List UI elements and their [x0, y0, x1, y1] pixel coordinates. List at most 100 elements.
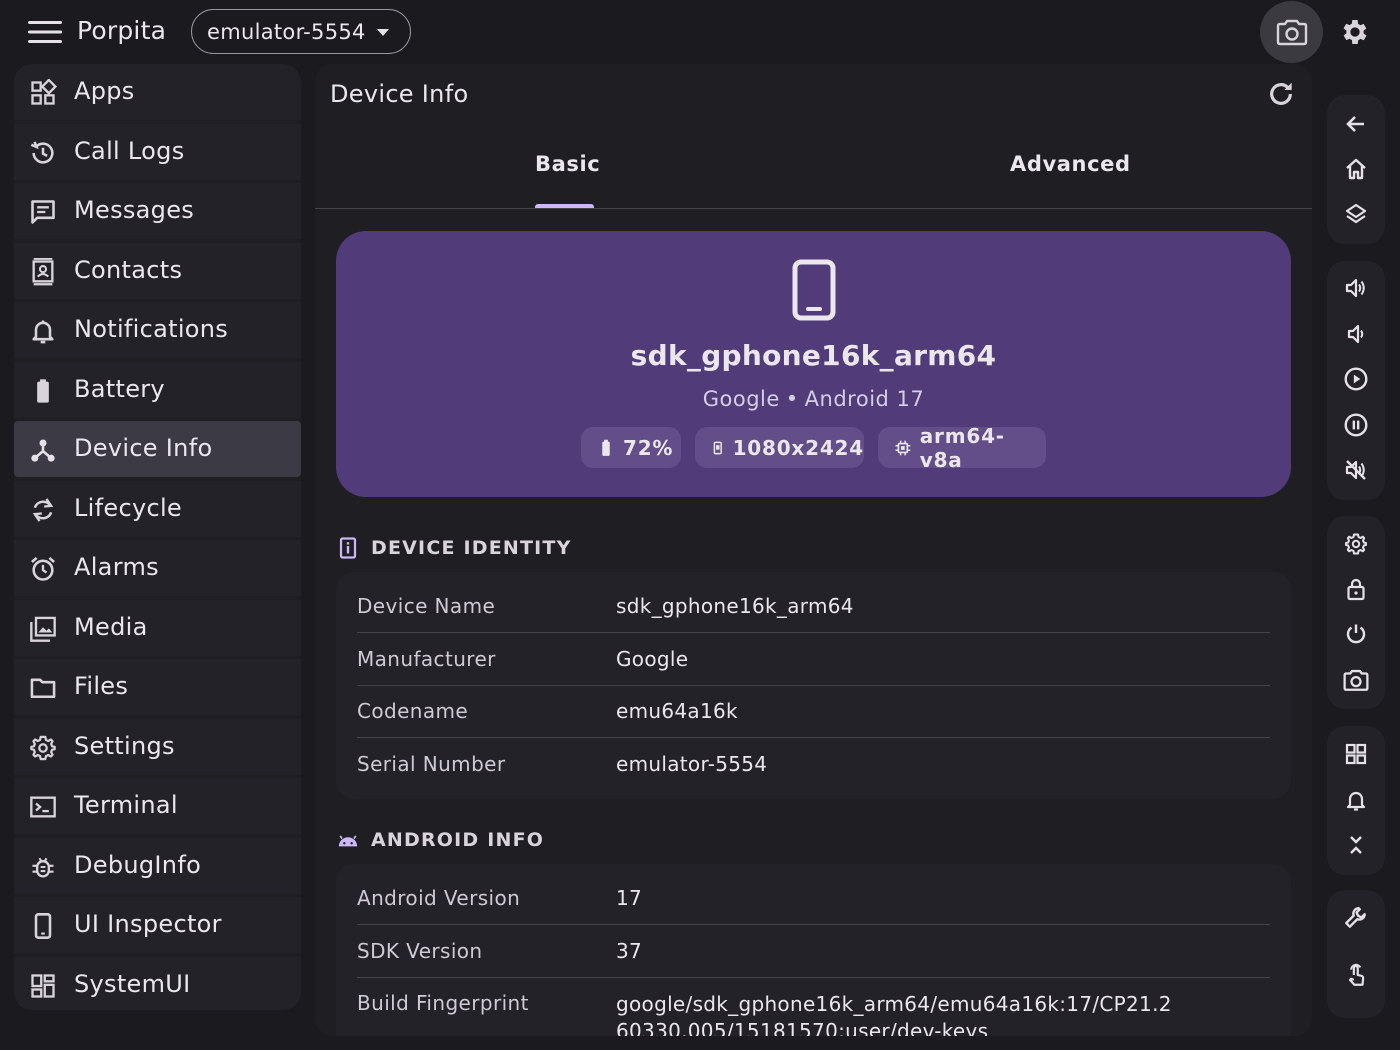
tab-advanced[interactable]: Advanced — [1010, 152, 1131, 176]
menu-icon[interactable] — [28, 20, 62, 44]
pause-button[interactable] — [1341, 410, 1371, 440]
row-value: emu64a16k — [616, 699, 738, 723]
info-row-build-fingerprint: Build Fingerprint google/sdk_gphone16k_a… — [357, 978, 1270, 1036]
separator-dot: • — [785, 387, 799, 411]
folder-icon — [28, 673, 58, 703]
tools-button[interactable] — [1341, 903, 1371, 933]
tab-basic[interactable]: Basic — [535, 152, 600, 176]
row-label: Android Version — [357, 886, 521, 910]
back-button[interactable] — [1341, 109, 1371, 139]
sidebar-item-alarms[interactable]: Alarms — [14, 540, 301, 596]
bell-icon — [1346, 791, 1366, 811]
sidebar-item-call-logs[interactable]: Call Logs — [14, 123, 301, 180]
row-label: SDK Version — [357, 938, 483, 963]
sidebar-item-label: Contacts — [74, 255, 183, 284]
page-title: Device Info — [330, 80, 469, 108]
sidebar-item-label: Files — [74, 672, 129, 700]
sidebar-item-settings[interactable]: Settings — [14, 718, 301, 775]
sidebar-item-label: SystemUI — [74, 969, 191, 998]
info-badge-icon — [339, 537, 357, 559]
phone-icon — [792, 259, 836, 321]
rail-media-group — [1327, 261, 1385, 500]
capture-button[interactable] — [1341, 665, 1371, 695]
device-selector[interactable]: emulator-5554 — [191, 9, 411, 54]
battery-icon — [28, 376, 58, 406]
contacts-icon — [28, 257, 58, 287]
row-label: Codename — [357, 699, 469, 723]
android-icon — [338, 835, 358, 847]
sidebar-item-notifications[interactable]: Notifications — [14, 302, 301, 358]
photo-library-icon — [28, 614, 58, 644]
lock-button[interactable] — [1341, 574, 1371, 604]
sidebar-item-systemui[interactable]: SystemUI — [14, 956, 301, 1010]
touch-icon — [1348, 963, 1365, 986]
android-info-card: Android Version 17 SDK Version 37 Build … — [336, 864, 1291, 1036]
bell-icon — [28, 316, 58, 346]
screenshot-button[interactable] — [1260, 1, 1323, 63]
gear-icon — [1343, 20, 1367, 44]
message-icon — [28, 197, 58, 227]
history-icon — [28, 138, 58, 168]
screen-icon — [713, 441, 722, 454]
quick-grid-button[interactable] — [1341, 739, 1371, 769]
sidebar-item-label: Call Logs — [74, 136, 185, 165]
section-title: DEVICE IDENTITY — [371, 537, 572, 559]
settings-button[interactable] — [1335, 12, 1375, 52]
sidebar-item-battery[interactable]: Battery — [14, 361, 301, 418]
battery-chip: 72% — [581, 427, 681, 468]
home-button[interactable] — [1341, 154, 1371, 184]
volume-down-button[interactable] — [1341, 319, 1371, 349]
hub-icon — [28, 435, 58, 465]
sidebar-item-ui-inspector[interactable]: UI Inspector — [14, 897, 301, 953]
recents-button[interactable] — [1341, 199, 1371, 229]
refresh-icon — [1270, 82, 1292, 105]
sidebar-item-label: Media — [74, 612, 148, 641]
sidebar-item-label: Apps — [74, 77, 135, 105]
rail-system-group — [1327, 516, 1385, 709]
device-settings-button[interactable] — [1341, 529, 1371, 559]
home-icon — [1346, 158, 1366, 180]
sidebar-item-terminal[interactable]: Terminal — [14, 778, 301, 834]
power-button[interactable] — [1341, 619, 1371, 649]
touch-button[interactable] — [1341, 960, 1371, 990]
sidebar-item-device-info[interactable]: Device Info — [14, 421, 301, 477]
phone-icon — [28, 911, 58, 941]
row-value: 37 — [616, 938, 643, 963]
dashboard-icon — [28, 971, 58, 1001]
gear-icon — [28, 733, 58, 763]
sidebar-item-contacts[interactable]: Contacts — [14, 242, 301, 299]
sidebar-item-media[interactable]: Media — [14, 599, 301, 656]
sidebar-item-label: Battery — [74, 374, 165, 403]
volume-up-button[interactable] — [1341, 273, 1371, 303]
section-header-device-identity: DEVICE IDENTITY — [337, 537, 572, 559]
lock-icon — [1347, 578, 1365, 601]
tab-divider — [315, 208, 1312, 209]
sidebar-item-label: Lifecycle — [74, 493, 182, 522]
sidebar-item-debuginfo[interactable]: DebugInfo — [14, 837, 301, 894]
layers-icon — [1345, 203, 1367, 224]
rail-panels-group — [1327, 726, 1385, 875]
grid-icon — [1345, 743, 1367, 765]
terminal-icon — [28, 792, 58, 822]
refresh-button[interactable] — [1265, 78, 1299, 112]
play-button[interactable] — [1341, 364, 1371, 394]
collapse-shade-button[interactable] — [1341, 830, 1371, 860]
battery-icon — [602, 439, 610, 456]
section-header-android-info: ANDROID INFO — [337, 829, 544, 851]
info-row-manufacturer: Manufacturer Google — [357, 634, 1270, 686]
gear-icon — [1345, 533, 1367, 555]
row-value: sdk_gphone16k_arm64 — [616, 594, 854, 618]
sidebar-item-lifecycle[interactable]: Lifecycle — [14, 480, 301, 537]
alarm-icon — [28, 554, 58, 584]
mute-button[interactable] — [1341, 455, 1371, 485]
notification-shade-button[interactable] — [1341, 785, 1371, 815]
sidebar-item-files[interactable]: Files — [14, 659, 301, 715]
sidebar-item-apps[interactable]: Apps — [14, 64, 301, 120]
device-subtitle: Google • Android 17 — [336, 387, 1291, 411]
device-identity-card: Device Name sdk_gphone16k_arm64 Manufact… — [336, 572, 1291, 799]
sidebar-item-messages[interactable]: Messages — [14, 183, 301, 239]
manufacturer-text: Google — [702, 387, 780, 411]
back-arrow-icon — [1346, 116, 1364, 132]
resolution-chip: 1080x2424 — [695, 427, 864, 468]
sidebar-item-label: Terminal — [74, 791, 178, 819]
